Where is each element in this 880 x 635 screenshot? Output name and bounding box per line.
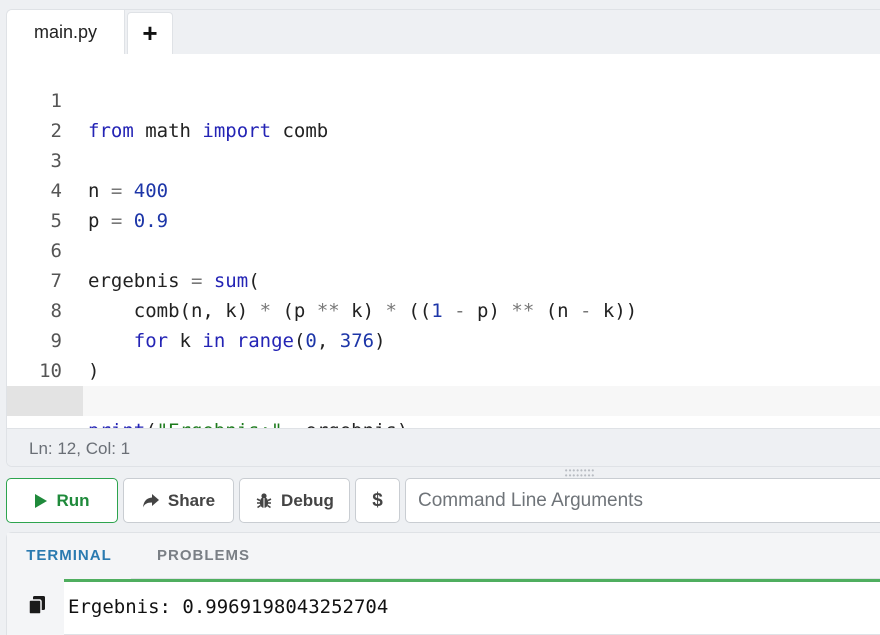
- tab-main-py[interactable]: main.py: [7, 10, 125, 54]
- file-tab-bar: main.py +: [7, 10, 880, 54]
- tab-label: main.py: [33, 21, 98, 42]
- share-icon: [142, 493, 159, 507]
- online-ide: { "editor": { "tabs": [{"label": "main.p…: [0, 0, 880, 635]
- share-label: Share: [167, 490, 216, 510]
- code-editor[interactable]: 1 from math import comb 2 3 n = 400 4 p …: [7, 56, 880, 466]
- plus-icon: +: [142, 18, 158, 48]
- command-line-arguments-input[interactable]: [405, 478, 880, 523]
- terminal-panel: TERMINAL PROBLEMS Ergebnis: 0.9969198043…: [6, 532, 880, 635]
- code-line: 3 n = 400: [7, 116, 880, 202]
- code-line: 1 from math import comb: [7, 56, 880, 142]
- add-file-button[interactable]: +: [127, 12, 173, 54]
- code-line: 7 comb(n, k) * (p ** k) * ((1 - p) ** (n…: [7, 236, 880, 322]
- shell-button[interactable]: $: [355, 478, 400, 523]
- dollar-icon: $: [372, 489, 383, 511]
- copy-icon[interactable]: [28, 595, 46, 615]
- tab-problems[interactable]: PROBLEMS: [157, 533, 250, 579]
- play-icon: [35, 493, 48, 508]
- resize-handle[interactable]: •••••••• ••••••••: [557, 467, 603, 480]
- bug-icon: [256, 492, 272, 508]
- code-line: 2: [7, 86, 880, 142]
- debug-label: Debug: [281, 490, 334, 510]
- code-line: 4 p = 0.9: [7, 146, 880, 232]
- code-line: 11 print("Ergebnis:", ergebnis): [7, 356, 880, 442]
- tab-terminal[interactable]: TERMINAL: [7, 533, 131, 579]
- debug-button[interactable]: Debug: [239, 478, 350, 523]
- code-line: 10: [7, 326, 880, 382]
- output-text: Ergebnis: 0.9969198043252704: [68, 596, 389, 618]
- terminal-tab-bar: TERMINAL PROBLEMS: [7, 533, 880, 579]
- cursor-position: Ln: 12, Col: 1: [29, 439, 131, 458]
- editor-status-bar: Ln: 12, Col: 1: [7, 428, 880, 466]
- code-line: 6 ergebnis = sum(: [7, 206, 880, 292]
- code-line: 9 ): [7, 296, 880, 382]
- terminal-output[interactable]: Ergebnis: 0.9969198043252704: [64, 579, 880, 635]
- code-line-active: 12: [7, 386, 880, 466]
- run-button[interactable]: Run: [6, 478, 118, 523]
- run-label: Run: [56, 490, 90, 510]
- code-line: 5: [7, 176, 880, 232]
- code-line: 8 for k in range(0, 376): [7, 266, 880, 352]
- share-button[interactable]: Share: [123, 478, 234, 523]
- editor-panel: main.py + 1 from math import comb 2 3 n …: [6, 9, 880, 467]
